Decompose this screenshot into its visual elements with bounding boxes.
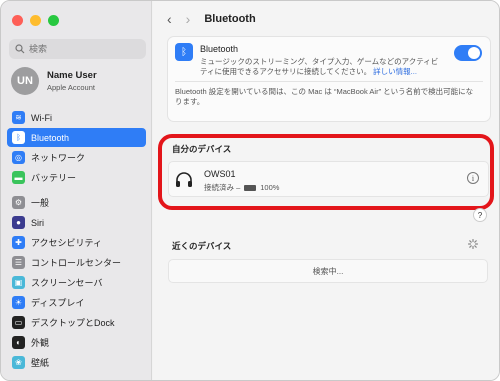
bluetooth-card-title: Bluetooth <box>200 44 239 54</box>
bluetooth-icon: ᛒ <box>175 43 193 61</box>
nearby-devices-header: 近くのデバイス <box>172 241 232 251</box>
sidebar-item-label: 外観 <box>31 338 50 348</box>
sidebar-item-siri[interactable]: ● Siri <box>7 213 146 232</box>
sidebar-item-label: ディスプレイ <box>31 298 85 308</box>
nearby-devices-list: 検索中... <box>168 259 488 283</box>
discoverable-note: Bluetooth 設定を開いている間は、この Mac は “MacBook A… <box>175 87 474 107</box>
screensaver-icon: ▣ <box>12 276 25 289</box>
bluetooth-icon: ᛒ <box>12 131 25 144</box>
siri-icon: ● <box>12 216 25 229</box>
loading-spinner-icon <box>468 239 478 249</box>
dock-icon: ▭ <box>12 316 25 329</box>
window-controls <box>12 15 59 26</box>
highlight-annotation <box>158 134 494 210</box>
sidebar-item-label: コントロールセンター <box>31 258 122 268</box>
wifi-icon: ≋ <box>12 111 25 124</box>
back-chevron-icon[interactable]: ‹ <box>167 11 172 27</box>
close-window-button[interactable] <box>12 15 23 26</box>
sidebar-item-bluetooth[interactable]: ᛒ Bluetooth <box>7 128 146 147</box>
sidebar-item-label: デスクトップとDock <box>31 318 115 328</box>
sidebar-group-system: ⚙ 一般 ● Siri ✚ アクセシビリティ ☰ コントロールセンター ▣ スク… <box>7 193 146 373</box>
sidebar-item-wallpaper[interactable]: ❀ 壁紙 <box>7 353 146 372</box>
bluetooth-card: ᛒ Bluetooth ミュージックのストリーミング、タイプ入力、ゲームなどのア… <box>167 36 491 122</box>
accessibility-icon: ✚ <box>12 236 25 249</box>
bluetooth-toggle[interactable] <box>454 45 482 61</box>
sidebar-item-wifi[interactable]: ≋ Wi-Fi <box>7 108 146 127</box>
zoom-window-button[interactable] <box>48 15 59 26</box>
sidebar-item-appearance[interactable]: ◐ 外観 <box>7 333 146 352</box>
sidebar: UN Name User Apple Account ≋ Wi-Fi ᛒ Blu… <box>1 1 152 380</box>
sidebar-item-general[interactable]: ⚙ 一般 <box>7 193 146 212</box>
sidebar-group-network: ≋ Wi-Fi ᛒ Bluetooth ◎ ネットワーク ▬ バッテリー <box>7 108 146 188</box>
wallpaper-icon: ❀ <box>12 356 25 369</box>
forward-chevron-icon[interactable]: › <box>186 11 191 27</box>
divider <box>175 81 483 82</box>
page-title: Bluetooth <box>204 13 256 25</box>
help-button[interactable]: ? <box>473 208 487 222</box>
sidebar-item-battery[interactable]: ▬ バッテリー <box>7 168 146 187</box>
searching-status: 検索中... <box>312 266 344 276</box>
sidebar-item-label: Bluetooth <box>31 132 70 143</box>
sidebar-item-label: スクリーンセーバ <box>31 278 103 288</box>
control-center-icon: ☰ <box>12 256 25 269</box>
sidebar-item-label: Siri <box>31 217 44 228</box>
search-input[interactable] <box>29 44 139 54</box>
sidebar-item-label: 壁紙 <box>31 358 50 368</box>
toolbar: ‹ › Bluetooth <box>153 1 499 37</box>
sidebar-item-network[interactable]: ◎ ネットワーク <box>7 148 146 167</box>
more-info-link[interactable]: 詳しい情報... <box>373 67 417 76</box>
sidebar-item-label: 一般 <box>31 198 50 208</box>
sidebar-item-accessibility[interactable]: ✚ アクセシビリティ <box>7 233 146 252</box>
bluetooth-description: ミュージックのストリーミング、タイプ入力、ゲームなどのアクティビティに使用できる… <box>200 57 440 77</box>
appearance-icon: ◐ <box>12 336 25 349</box>
sidebar-item-screensaver[interactable]: ▣ スクリーンセーバ <box>7 273 146 292</box>
minimize-window-button[interactable] <box>30 15 41 26</box>
user-subtitle: Apple Account <box>47 83 95 92</box>
search-field[interactable] <box>9 39 146 59</box>
sidebar-item-label: ネットワーク <box>31 153 86 163</box>
search-icon <box>15 44 25 54</box>
settings-window: UN Name User Apple Account ≋ Wi-Fi ᛒ Blu… <box>0 0 500 381</box>
account-row[interactable]: UN Name User Apple Account <box>11 67 97 95</box>
gear-icon: ⚙ <box>12 196 25 209</box>
globe-icon: ◎ <box>12 151 25 164</box>
avatar: UN <box>11 67 39 95</box>
sidebar-item-label: アクセシビリティ <box>31 238 103 248</box>
sidebar-item-control-center[interactable]: ☰ コントロールセンター <box>7 253 146 272</box>
display-icon: ☀ <box>12 296 25 309</box>
sidebar-item-desktop-dock[interactable]: ▭ デスクトップとDock <box>7 313 146 332</box>
user-name: Name User <box>47 70 97 81</box>
sidebar-item-label: バッテリー <box>31 173 77 183</box>
battery-icon: ▬ <box>12 171 25 184</box>
sidebar-item-label: Wi-Fi <box>31 112 52 123</box>
sidebar-item-display[interactable]: ☀ ディスプレイ <box>7 293 146 312</box>
